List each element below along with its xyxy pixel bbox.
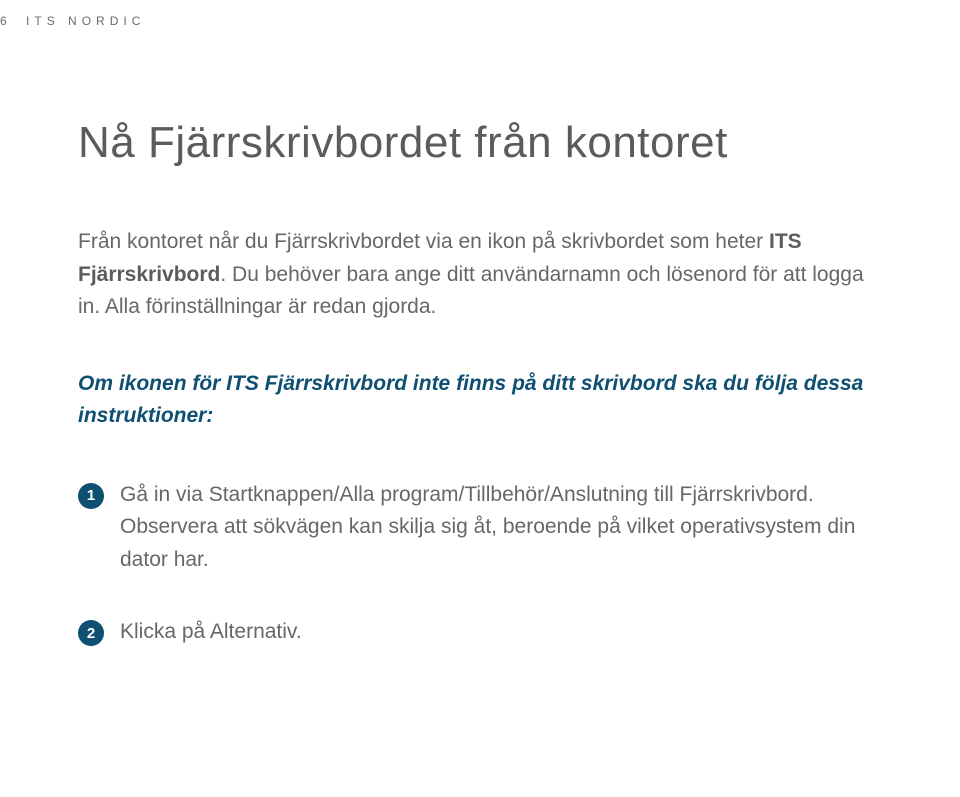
brand-name: ITS NORDIC bbox=[26, 14, 145, 28]
page-number: 6 bbox=[0, 14, 12, 28]
step-badge-2: 2 bbox=[78, 620, 104, 646]
subheading: Om ikonen för ITS Fjärrskrivbord inte fi… bbox=[78, 368, 878, 433]
intro-paragraph: Från kontoret når du Fjärrskrivbordet vi… bbox=[78, 226, 878, 324]
page-title: Nå Fjärrskrivbordet från kontoret bbox=[78, 118, 900, 168]
step-text-2: Klicka på Alternativ. bbox=[120, 616, 302, 649]
document-page: 6 ITS NORDIC Nå Fjärrskrivbordet från ko… bbox=[0, 0, 960, 797]
list-item: 1 Gå in via Startknappen/Alla program/Ti… bbox=[78, 479, 900, 577]
list-item: 2 Klicka på Alternativ. bbox=[78, 616, 900, 649]
running-header: 6 ITS NORDIC bbox=[0, 14, 145, 28]
intro-text-1: Från kontoret når du Fjärrskrivbordet vi… bbox=[78, 230, 769, 253]
step-list: 1 Gå in via Startknappen/Alla program/Ti… bbox=[78, 479, 900, 649]
step-text-1: Gå in via Startknappen/Alla program/Till… bbox=[120, 479, 880, 577]
step-badge-1: 1 bbox=[78, 483, 104, 509]
